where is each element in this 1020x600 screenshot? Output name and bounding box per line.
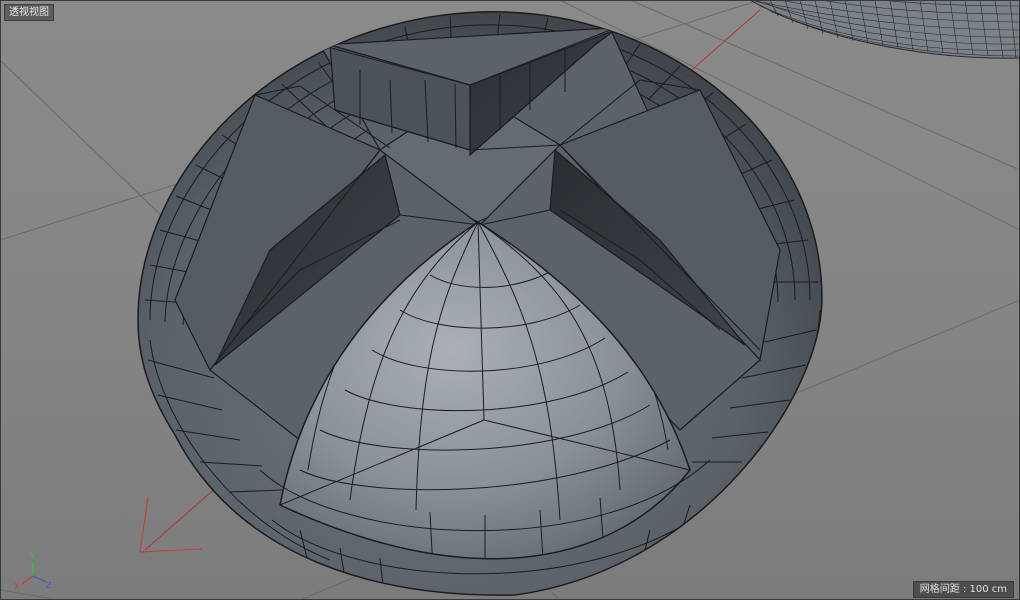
gizmo-x-label: X <box>14 582 20 591</box>
background-sphere-mesh <box>748 0 1020 59</box>
world-origin-indicator <box>139 496 203 553</box>
axis-gizmo: Y X Z <box>14 552 52 591</box>
gizmo-y-label: Y <box>29 552 35 561</box>
viewport-label[interactable]: 透视视图 <box>4 4 54 21</box>
dome-mesh-object[interactable] <box>137 11 823 598</box>
perspective-viewport[interactable]: Y X Z 透视视图 网格间距 : 100 cm <box>0 0 1020 600</box>
grid-spacing-status: 网格间距 : 100 cm <box>912 581 1014 598</box>
viewport-canvas[interactable]: Y X Z <box>0 0 1020 600</box>
gizmo-z-label: Z <box>46 581 52 590</box>
